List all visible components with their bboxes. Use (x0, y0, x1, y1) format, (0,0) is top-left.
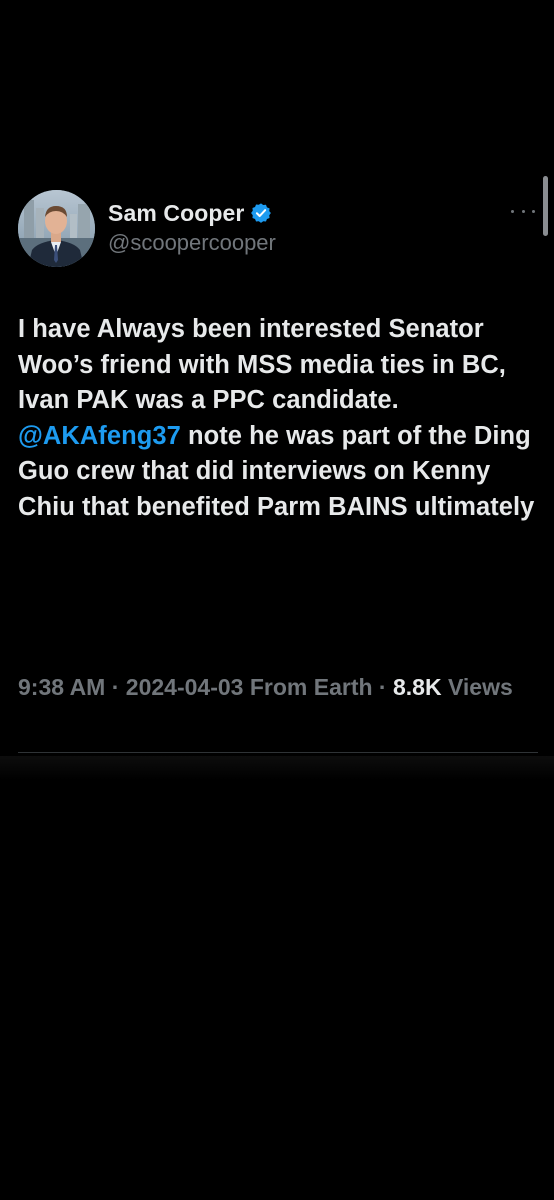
tweet-meta: 9:38 AM · 2024-04-03 From Earth · 8.8K V… (18, 670, 538, 704)
meta-separator-2: · (372, 674, 393, 700)
tweet-date[interactable]: 2024-04-03 (126, 674, 244, 700)
tweet-time[interactable]: 9:38 AM (18, 674, 105, 700)
tweet-header: Sam Cooper @scoopercooper (18, 190, 548, 270)
verified-badge-icon (250, 202, 272, 224)
avatar[interactable] (18, 190, 95, 267)
tweet-text: I have Always been interested Senator Wo… (18, 312, 538, 526)
author-names: Sam Cooper @scoopercooper (108, 198, 276, 256)
more-horizontal-icon[interactable] (511, 204, 535, 218)
display-name-row: Sam Cooper (108, 198, 276, 228)
divider (18, 752, 538, 753)
views-count: 8.8K (392, 674, 442, 700)
meta-separator: · (105, 674, 126, 700)
views-label: Views (447, 674, 513, 700)
mention-link[interactable]: @AKAfeng37 (18, 422, 181, 450)
display-name[interactable]: Sam Cooper (108, 200, 244, 227)
action-bar-shadow (0, 756, 554, 780)
author-handle[interactable]: @scoopercooper (108, 230, 276, 256)
tweet-text-part-1: I have Always been interested Senator Wo… (18, 315, 514, 415)
tweet-detail: Sam Cooper @scoopercooper I have Always … (0, 0, 554, 1200)
tweet-source: From Earth (249, 674, 373, 700)
